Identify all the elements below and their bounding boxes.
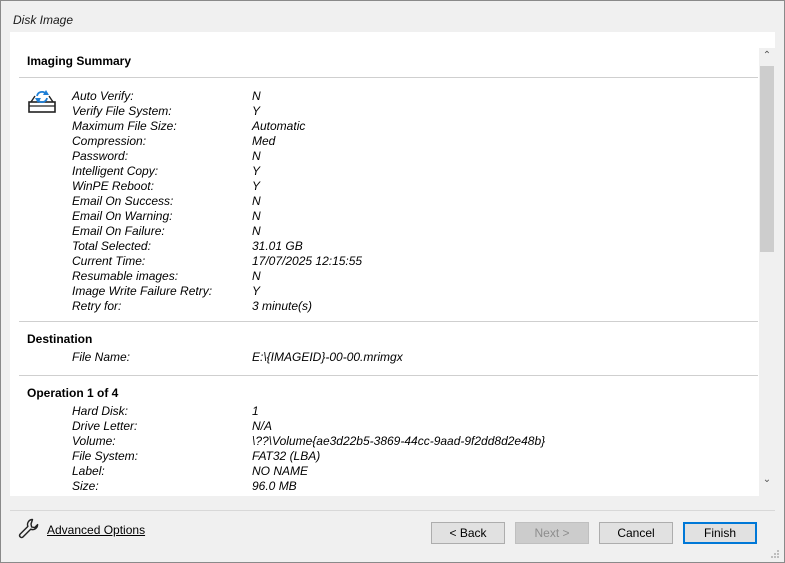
summary-row: Total Selected: 31.01 GB <box>10 239 759 254</box>
row-key: Email On Warning: <box>72 209 173 223</box>
row-key: Resumable images: <box>72 269 179 283</box>
row-key: Total Selected: <box>72 239 151 253</box>
operation-row: Hard Disk: 1 <box>10 404 759 419</box>
summary-row: Retry for: 3 minute(s) <box>10 299 759 314</box>
divider <box>10 510 775 511</box>
row-key: Size: <box>72 479 99 493</box>
section-title-imaging-summary: Imaging Summary <box>27 54 132 68</box>
wrench-icon[interactable] <box>17 517 41 541</box>
row-value: 96.0 MB <box>252 479 297 493</box>
row-key: Volume: <box>72 434 116 448</box>
row-value: N <box>252 209 261 223</box>
row-value: 17/07/2025 12:15:55 <box>252 254 363 268</box>
operation-row: Drive Letter: N/A <box>10 419 759 434</box>
row-key: File Name: <box>72 350 131 364</box>
row-key: Hard Disk: <box>72 404 129 418</box>
summary-row: Verify File System: Y <box>10 104 759 119</box>
row-value: 1 <box>252 404 259 418</box>
row-value: Y <box>252 284 261 298</box>
operation-row: File System: FAT32 (LBA) <box>10 449 759 464</box>
next-button[interactable]: Next > <box>515 522 589 544</box>
row-key: Password: <box>72 149 129 163</box>
title-bar[interactable]: Disk Image <box>1 1 784 32</box>
summary-row: Password: N <box>10 149 759 164</box>
row-value: FAT32 (LBA) <box>252 449 321 463</box>
dialog-footer: Advanced Options < Back Next > Cancel Fi… <box>1 496 784 562</box>
row-value: N <box>252 89 261 103</box>
scroll-thumb[interactable] <box>760 66 774 252</box>
cancel-button[interactable]: Cancel <box>599 522 673 544</box>
scroll-up-icon[interactable]: ⌃ <box>759 48 775 64</box>
row-key: Auto Verify: <box>72 89 134 103</box>
advanced-options-link[interactable]: Advanced Options <box>47 523 145 537</box>
vertical-scrollbar[interactable]: ⌃ ⌄ <box>759 48 775 496</box>
back-button[interactable]: < Back <box>431 522 505 544</box>
summary-row: Resumable images: N <box>10 269 759 284</box>
divider <box>19 77 758 78</box>
row-value: Y <box>252 104 261 118</box>
summary-row: Intelligent Copy: Y <box>10 164 759 179</box>
scroll-down-icon[interactable]: ⌄ <box>759 472 775 488</box>
summary-scroll-area[interactable]: Imaging Summary Auto Verify: N Verify Fil… <box>10 32 759 496</box>
summary-row: Image Write Failure Retry: Y <box>10 284 759 299</box>
summary-row: Email On Success: N <box>10 194 759 209</box>
row-key: Maximum File Size: <box>72 119 177 133</box>
row-key: Label: <box>72 464 105 478</box>
row-value: NO NAME <box>252 464 309 478</box>
disk-image-window: Disk Image Imaging Summary Auto Verify: N… <box>0 0 785 563</box>
row-value: \??\Volume{ae3d22b5-3869-44cc-9aad-9f2dd… <box>252 434 546 448</box>
row-value: Y <box>252 164 261 178</box>
row-value: N <box>252 194 261 208</box>
row-value: N/A <box>252 419 273 433</box>
summary-row: Current Time: 17/07/2025 12:15:55 <box>10 254 759 269</box>
operation-row: Size: 96.0 MB <box>10 479 759 494</box>
row-key: Image Write Failure Retry: <box>72 284 213 298</box>
row-key: Intelligent Copy: <box>72 164 159 178</box>
summary-row: Maximum File Size: Automatic <box>10 119 759 134</box>
row-value: N <box>252 224 261 238</box>
summary-row: Email On Warning: N <box>10 209 759 224</box>
resize-grip-icon[interactable] <box>770 549 780 559</box>
row-key: Current Time: <box>72 254 146 268</box>
summary-panel: Imaging Summary Auto Verify: N Verify Fil… <box>10 32 775 496</box>
summary-row: Auto Verify: N <box>10 89 759 104</box>
row-value: 31.01 GB <box>252 239 303 253</box>
row-value: Y <box>252 179 261 193</box>
summary-row: Compression: Med <box>10 134 759 149</box>
summary-row: WinPE Reboot: Y <box>10 179 759 194</box>
summary-row: Email On Failure: N <box>10 224 759 239</box>
row-value: Med <box>252 134 276 148</box>
finish-button[interactable]: Finish <box>683 522 757 544</box>
row-value: E:\{IMAGEID}-00-00.mrimgx <box>252 350 403 364</box>
operation-row: Label: NO NAME <box>10 464 759 479</box>
row-key: Verify File System: <box>72 104 172 118</box>
section-title-operation: Operation 1 of 4 <box>27 386 119 400</box>
row-key: WinPE Reboot: <box>72 179 154 193</box>
divider <box>19 375 758 376</box>
row-value: Automatic <box>252 119 306 133</box>
destination-row: File Name: E:\{IMAGEID}-00-00.mrimgx <box>10 350 759 365</box>
row-key: Compression: <box>72 134 147 148</box>
row-value: N <box>252 149 261 163</box>
window-title: Disk Image <box>13 13 74 27</box>
row-key: Retry for: <box>72 299 122 313</box>
operation-row: Volume: \??\Volume{ae3d22b5-3869-44cc-9aa… <box>10 434 759 449</box>
section-title-destination: Destination <box>27 332 93 346</box>
row-key: Drive Letter: <box>72 419 138 433</box>
row-key: File System: <box>72 449 139 463</box>
divider <box>19 321 758 322</box>
row-value: 3 minute(s) <box>252 299 313 313</box>
row-key: Email On Success: <box>72 194 174 208</box>
row-value: N <box>252 269 261 283</box>
row-key: Email On Failure: <box>72 224 165 238</box>
